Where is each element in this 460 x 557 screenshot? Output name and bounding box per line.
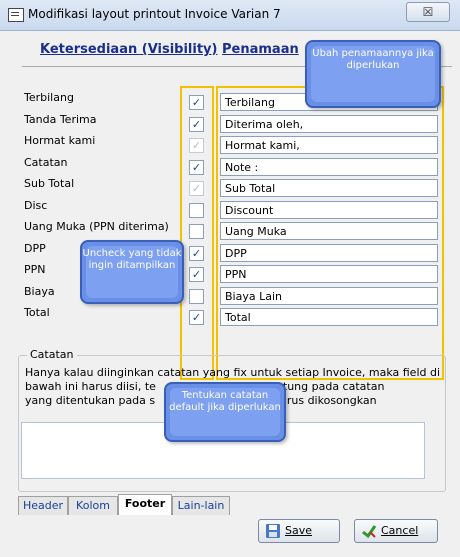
save-label: Save — [285, 524, 313, 537]
name-field[interactable]: Biaya Lain — [220, 286, 438, 305]
callout-uncheck-text: Uncheck yang tidak ingin ditampilkan — [82, 248, 182, 271]
callout-note: Tentukan catatan default jika diperlukan — [164, 382, 286, 442]
tab-kolom[interactable]: Kolom — [68, 496, 118, 515]
row-label: Total — [24, 306, 50, 319]
naming-link[interactable]: Penamaan — [222, 42, 299, 57]
window-title: Modifikasi layout printout Invoice Varia… — [28, 7, 281, 21]
visibility-checkbox[interactable]: ✓ — [189, 310, 204, 325]
desc-line: yang ditentukan pada s — [25, 394, 156, 407]
desc-line: bawah ini harus diisi, te — [25, 380, 156, 393]
row-label: Terbilang — [24, 91, 74, 104]
row-label: DPP — [24, 241, 46, 255]
callout-note-text: Tentukan catatan default jika diperlukan — [169, 390, 281, 413]
visibility-checkbox[interactable]: ✓ — [189, 116, 204, 132]
tab-lain-lain[interactable]: Lain-lain — [172, 496, 230, 515]
visibility-column: ✓ ✓ ✓ ✓ ✓ ✓ ✓ ✓ — [180, 86, 214, 380]
close-button[interactable]: ☒ — [406, 2, 450, 22]
row-label: Disc — [24, 198, 48, 212]
row-label: Catatan — [24, 155, 68, 169]
name-field[interactable]: Note : — [220, 157, 438, 176]
name-field[interactable]: Discount — [220, 200, 438, 219]
visibility-checkbox[interactable]: ✓ — [189, 267, 204, 282]
visibility-checkbox: ✓ — [189, 181, 204, 196]
name-field[interactable]: Hormat kami, — [220, 136, 438, 154]
row-label: Uang Muka (PPN diterima) — [24, 220, 169, 233]
catatan-legend: Catatan — [27, 348, 77, 361]
name-field[interactable]: Total — [220, 308, 438, 326]
visibility-checkbox[interactable]: ✓ — [189, 159, 204, 175]
visibility-checkbox[interactable] — [189, 288, 204, 304]
callout-uncheck: Uncheck yang tidak ingin ditampilkan — [80, 240, 184, 304]
visibility-checkbox[interactable]: ✓ — [189, 245, 204, 261]
callout-naming-text: Ubah penamaannya jika diperlukan — [312, 48, 434, 71]
row-label: Hormat kami — [24, 134, 96, 147]
app-icon — [8, 8, 24, 22]
save-icon — [266, 524, 280, 538]
name-field[interactable]: Diterima oleh, — [220, 114, 438, 133]
tab-header[interactable]: Header — [18, 496, 68, 515]
visibility-checkbox[interactable]: ✓ — [189, 95, 204, 110]
visibility-checkbox: ✓ — [189, 138, 204, 153]
desc-line: harus dikosongkan — [273, 394, 377, 407]
title-bar: Modifikasi layout printout Invoice Varia… — [0, 0, 460, 31]
name-field[interactable]: PPN — [220, 265, 438, 283]
row-label: Biaya — [24, 284, 55, 298]
desc-line: Hanya kalau diinginkan catatan yang fix … — [25, 366, 441, 379]
row-label: Sub Total — [24, 177, 75, 190]
callout-naming: Ubah penamaannya jika diperlukan — [305, 40, 441, 108]
name-field[interactable]: DPP — [220, 243, 438, 262]
name-field[interactable]: Uang Muka — [220, 222, 438, 240]
name-field[interactable]: Sub Total — [220, 179, 438, 197]
visibility-checkbox[interactable] — [189, 202, 204, 218]
cancel-button[interactable]: Cancel — [354, 519, 438, 543]
naming-column: Terbilang Diterima oleh, Hormat kami, Note … — [216, 86, 444, 380]
cancel-icon — [362, 525, 377, 539]
row-label: PPN — [24, 263, 46, 276]
visibility-checkbox[interactable] — [189, 224, 204, 239]
tab-footer[interactable]: Footer — [118, 494, 172, 515]
desc-line: ntung pada catatan — [275, 380, 385, 393]
row-label: Tanda Terima — [24, 112, 97, 126]
save-button[interactable]: Save — [258, 519, 340, 543]
visibility-link[interactable]: Ketersediaan (Visibility) — [40, 42, 217, 57]
cancel-label: Cancel — [381, 524, 419, 537]
